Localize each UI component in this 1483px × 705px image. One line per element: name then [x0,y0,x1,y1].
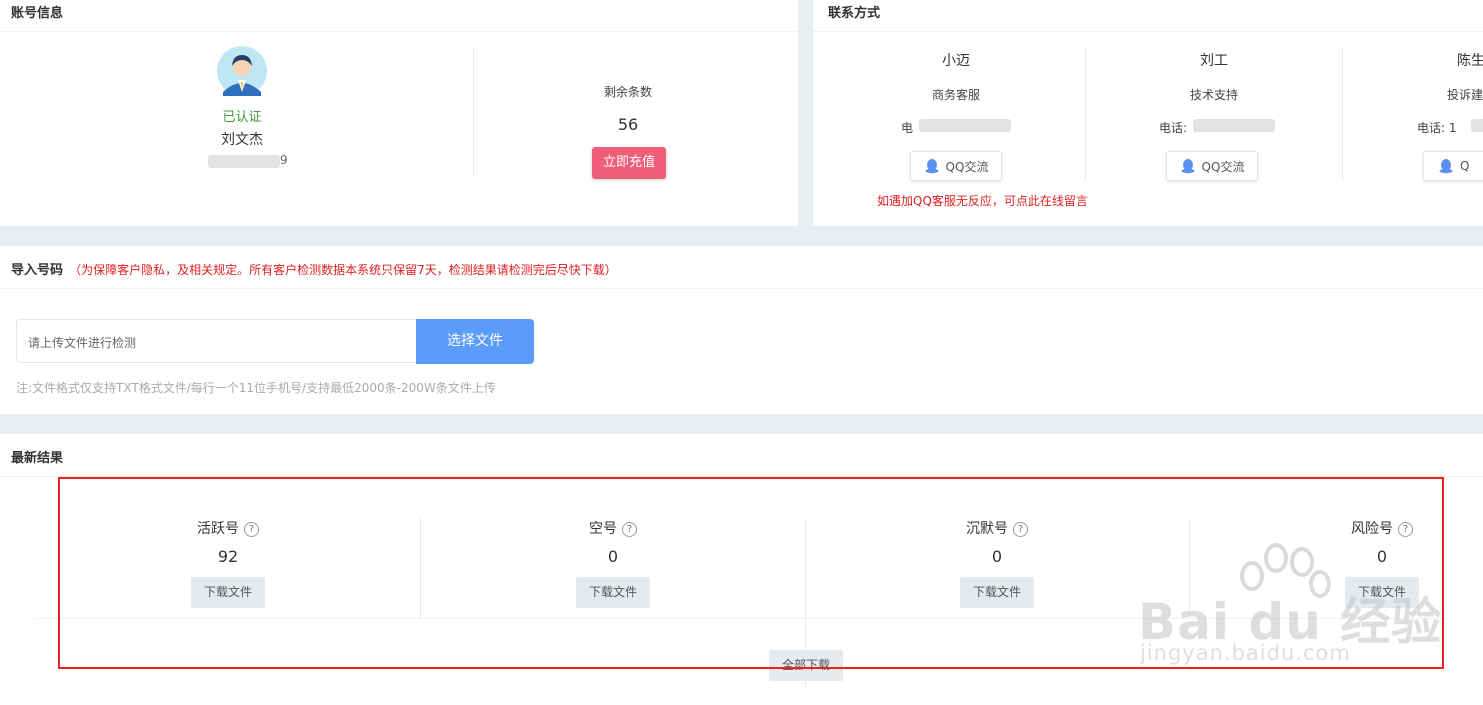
phone-blurred [1471,119,1483,132]
qq-penguin-icon [1181,159,1195,174]
contact-name: 小迈 [942,53,970,69]
qq-chat-label: Q [1460,159,1470,173]
file-format-note: 注:文件格式仅支持TXT格式文件/每行一个11位手机号/支持最低2000条-20… [16,381,496,395]
qq-chat-button[interactable]: QQ交流 [1166,151,1258,181]
qq-chat-button[interactable]: Q [1423,151,1483,181]
file-path-placeholder: 请上传文件进行检测 [28,336,137,350]
recharge-button[interactable]: 立即充值 [592,147,666,179]
watermark-url: jingyan.baidu.com [1140,641,1351,665]
phone-blurred [919,119,1011,132]
online-message-link[interactable]: 如遇加QQ客服无反应，可点此在线留言 [877,192,1088,209]
divider [0,31,798,32]
divider [0,288,1483,289]
results-title: 最新结果 [11,451,64,466]
contact-role: 商务客服 [931,88,980,102]
import-panel: 导入号码 （为保障客户隐私，及相关规定。所有客户检测数据本系统只保留7天，检测结… [0,246,1483,414]
contact-panel-title: 联系方式 [828,6,881,21]
import-privacy-notice: （为保障客户隐私，及相关规定。所有客户检测数据本系统只保留7天，检测结果请检测完… [69,263,617,277]
divider [473,47,474,175]
baidu-watermark: Bai du 经验 jingyan.baidu.com [1132,540,1477,670]
phone-suffix: 9 [280,153,288,167]
contact-role: 投诉建 [1447,88,1483,102]
phone-blurred [208,155,280,168]
file-path-input[interactable]: 请上传文件进行检测 [16,319,416,363]
avatar [217,46,267,96]
contact-role: 技术支持 [1189,88,1238,102]
phone-blurred [1193,119,1275,132]
divider [1342,47,1343,181]
user-name: 刘文杰 [221,132,263,148]
contact-phone: 电话: 1 [1417,121,1457,135]
import-title-text: 导入号码 [11,263,64,278]
qq-penguin-icon [925,159,939,174]
remaining-value: 56 [617,115,639,134]
import-title: 导入号码 （为保障客户隐私，及相关规定。所有客户检测数据本系统只保留7天，检测结… [11,259,617,278]
divider [1085,47,1086,181]
remaining-label: 剩余条数 [603,85,652,99]
choose-file-button[interactable]: 选择文件 [416,319,534,364]
divider [813,31,1483,32]
recharge-button-label: 立即充值 [602,155,655,170]
contact-name: 刘工 [1200,53,1228,69]
qq-chat-label: QQ交流 [945,159,989,174]
qq-chat-label: QQ交流 [1201,159,1245,174]
contact-panel: 联系方式 小迈 商务客服 电 QQ交流 刘工 技术支持 电话: QQ交流 陈生 … [813,0,1483,226]
account-panel: 账号信息 已认证 刘文杰 9 剩余条数 56 立即充值 [0,0,798,226]
qq-chat-button[interactable]: QQ交流 [910,151,1002,181]
choose-file-label: 选择文件 [447,333,503,349]
account-panel-title: 账号信息 [11,6,64,21]
contact-phone: 电 [901,121,914,135]
verified-status: 已认证 [222,110,262,125]
contact-name: 陈生 [1457,53,1483,69]
qq-penguin-icon [1439,159,1453,174]
contact-phone: 电话: [1159,121,1191,135]
